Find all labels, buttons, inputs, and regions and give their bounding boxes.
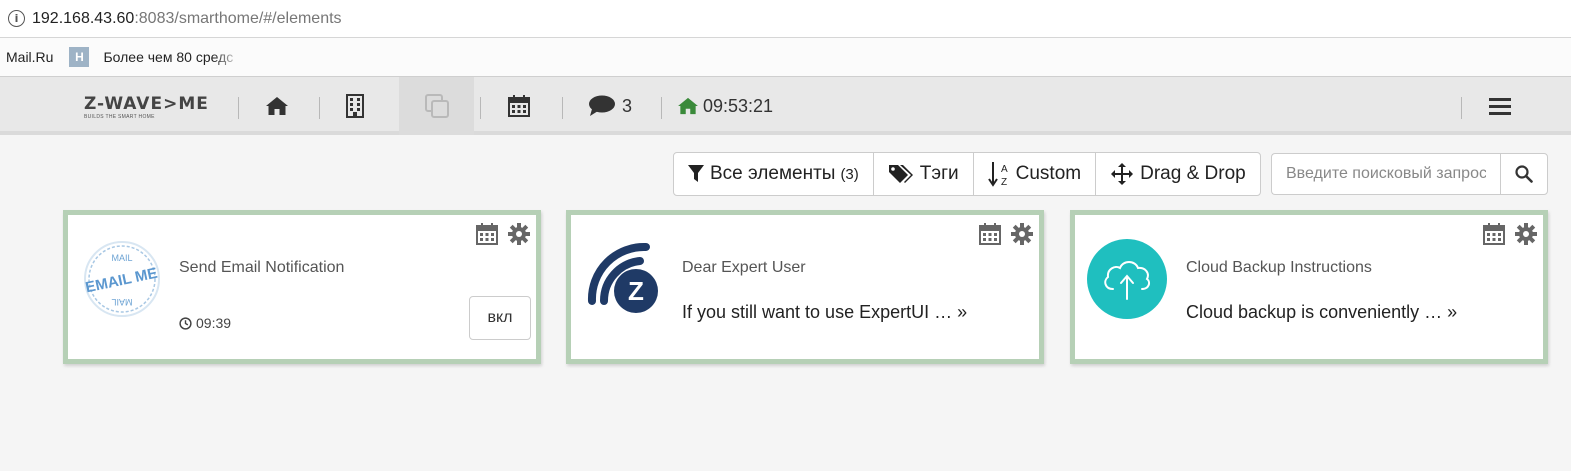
info-icon[interactable]: i — [8, 10, 25, 27]
calendar-icon[interactable] — [978, 222, 1002, 246]
tags-icon — [888, 165, 913, 183]
nav-separator — [319, 97, 320, 119]
notifications-count: 3 — [621, 95, 632, 116]
bookmark-mailru[interactable]: Mail.Ru — [6, 49, 53, 65]
stamp-text-bottom: MAIL — [111, 297, 132, 307]
zwave-logo-letter: Z — [628, 276, 644, 306]
comment-icon — [588, 95, 615, 116]
nav-separator — [1461, 97, 1462, 119]
sort-button[interactable]: AZ Custom — [974, 153, 1097, 195]
nav-rooms-button[interactable] — [335, 77, 375, 135]
turn-on-button[interactable]: вкл — [469, 296, 531, 340]
sort-alpha-icon: AZ — [987, 162, 1008, 187]
nav-home-button[interactable] — [256, 77, 298, 135]
bookmark-article[interactable]: H Более чем 80 средс — [69, 47, 233, 67]
card-tools — [978, 222, 1034, 246]
main-menu-button[interactable] — [1484, 77, 1516, 135]
filter-count: (3) — [840, 165, 859, 183]
url-path: :8083/smarthome/#/elements — [134, 9, 342, 27]
search-group — [1271, 153, 1548, 195]
element-card-expert: Z Dear Expert User If you still want to … — [566, 210, 1044, 364]
elements-toolbar: Все элементы (3) Тэги AZ Custom Drag & D… — [673, 152, 1261, 196]
card-title: Cloud Backup Instructions — [1186, 259, 1372, 276]
nav-clock: 09:53:21 — [674, 77, 776, 135]
url-host: 192.168.43.60 — [32, 9, 135, 27]
gear-icon[interactable] — [1010, 222, 1034, 246]
element-card-cloud-backup: Cloud Backup Instructions Cloud backup i… — [1070, 210, 1548, 364]
home-clock-icon — [678, 97, 698, 115]
nav-separator — [562, 97, 563, 119]
card-last-update: 09:39 — [179, 315, 231, 331]
drag-drop-label: Drag & Drop — [1140, 163, 1246, 184]
building-icon — [346, 94, 364, 118]
nav-separator — [661, 97, 662, 119]
nav-separator — [480, 97, 481, 119]
card-description-link[interactable]: Cloud backup is conveniently … » — [1186, 302, 1457, 323]
bookmark-favicon-icon: H — [69, 47, 90, 67]
calendar-icon[interactable] — [1482, 222, 1506, 246]
card-title: Dear Expert User — [682, 259, 806, 276]
element-card-email: MAIL EMAIL ME MAIL Send Email Notificati… — [63, 210, 541, 364]
search-button[interactable] — [1500, 153, 1548, 195]
move-arrows-icon — [1111, 163, 1134, 185]
home-icon — [266, 97, 288, 115]
gear-icon[interactable] — [507, 222, 531, 246]
bookmark-label: Mail.Ru — [6, 49, 54, 65]
calendar-icon — [508, 95, 530, 117]
copy-icon — [424, 94, 449, 118]
card-title: Send Email Notification — [179, 259, 345, 276]
app-navbar: Z-WAVE>ME BUILDS THE SMART HOME 3 09:53:… — [0, 77, 1571, 135]
sort-icon-letter-a: A — [1001, 164, 1008, 175]
sort-icon-letter-z: Z — [1001, 177, 1007, 187]
filter-icon — [688, 165, 704, 182]
nav-notifications-button[interactable]: 3 — [586, 77, 634, 135]
email-me-stamp-image: MAIL EMAIL ME MAIL — [82, 239, 162, 319]
calendar-icon[interactable] — [475, 222, 499, 246]
logo-tagline: BUILDS THE SMART HOME — [84, 114, 155, 120]
tags-button[interactable]: Тэги — [874, 153, 974, 195]
gear-icon[interactable] — [1514, 222, 1538, 246]
drag-drop-button[interactable]: Drag & Drop — [1096, 153, 1260, 195]
clock-icon — [179, 316, 192, 330]
card-time-text: 09:39 — [196, 315, 232, 331]
browser-url-bar[interactable]: i 192.168.43.60:8083/smarthome/#/element… — [0, 0, 1571, 38]
filter-all-button[interactable]: Все элементы (3) — [674, 153, 874, 195]
stamp-text-top: MAIL — [111, 253, 132, 263]
nav-separator — [238, 97, 239, 119]
sort-label: Custom — [1015, 163, 1082, 184]
search-input[interactable] — [1271, 153, 1500, 195]
zwave-me-logo[interactable]: Z-WAVE>ME BUILDS THE SMART HOME — [84, 94, 209, 121]
tags-label: Тэги — [919, 163, 959, 184]
nav-events-button[interactable] — [498, 77, 540, 135]
filter-label: Все элементы — [710, 163, 836, 184]
bookmark-label: Более чем 80 средс — [103, 49, 234, 65]
logo-text: Z-WAVE>ME — [84, 94, 209, 114]
clock-time: 09:53:21 — [702, 95, 774, 116]
card-tools — [475, 222, 531, 246]
card-tools — [1482, 222, 1538, 246]
cloud-upload-icon — [1087, 239, 1167, 319]
card-description-link[interactable]: If you still want to use ExpertUI … » — [682, 302, 967, 323]
hamburger-menu-icon — [1489, 98, 1511, 115]
bookmarks-bar: Mail.Ru H Более чем 80 средс — [0, 38, 1571, 77]
search-icon — [1515, 165, 1533, 183]
nav-elements-button[interactable] — [399, 77, 474, 135]
z-wave-logo-image: Z — [584, 239, 664, 319]
